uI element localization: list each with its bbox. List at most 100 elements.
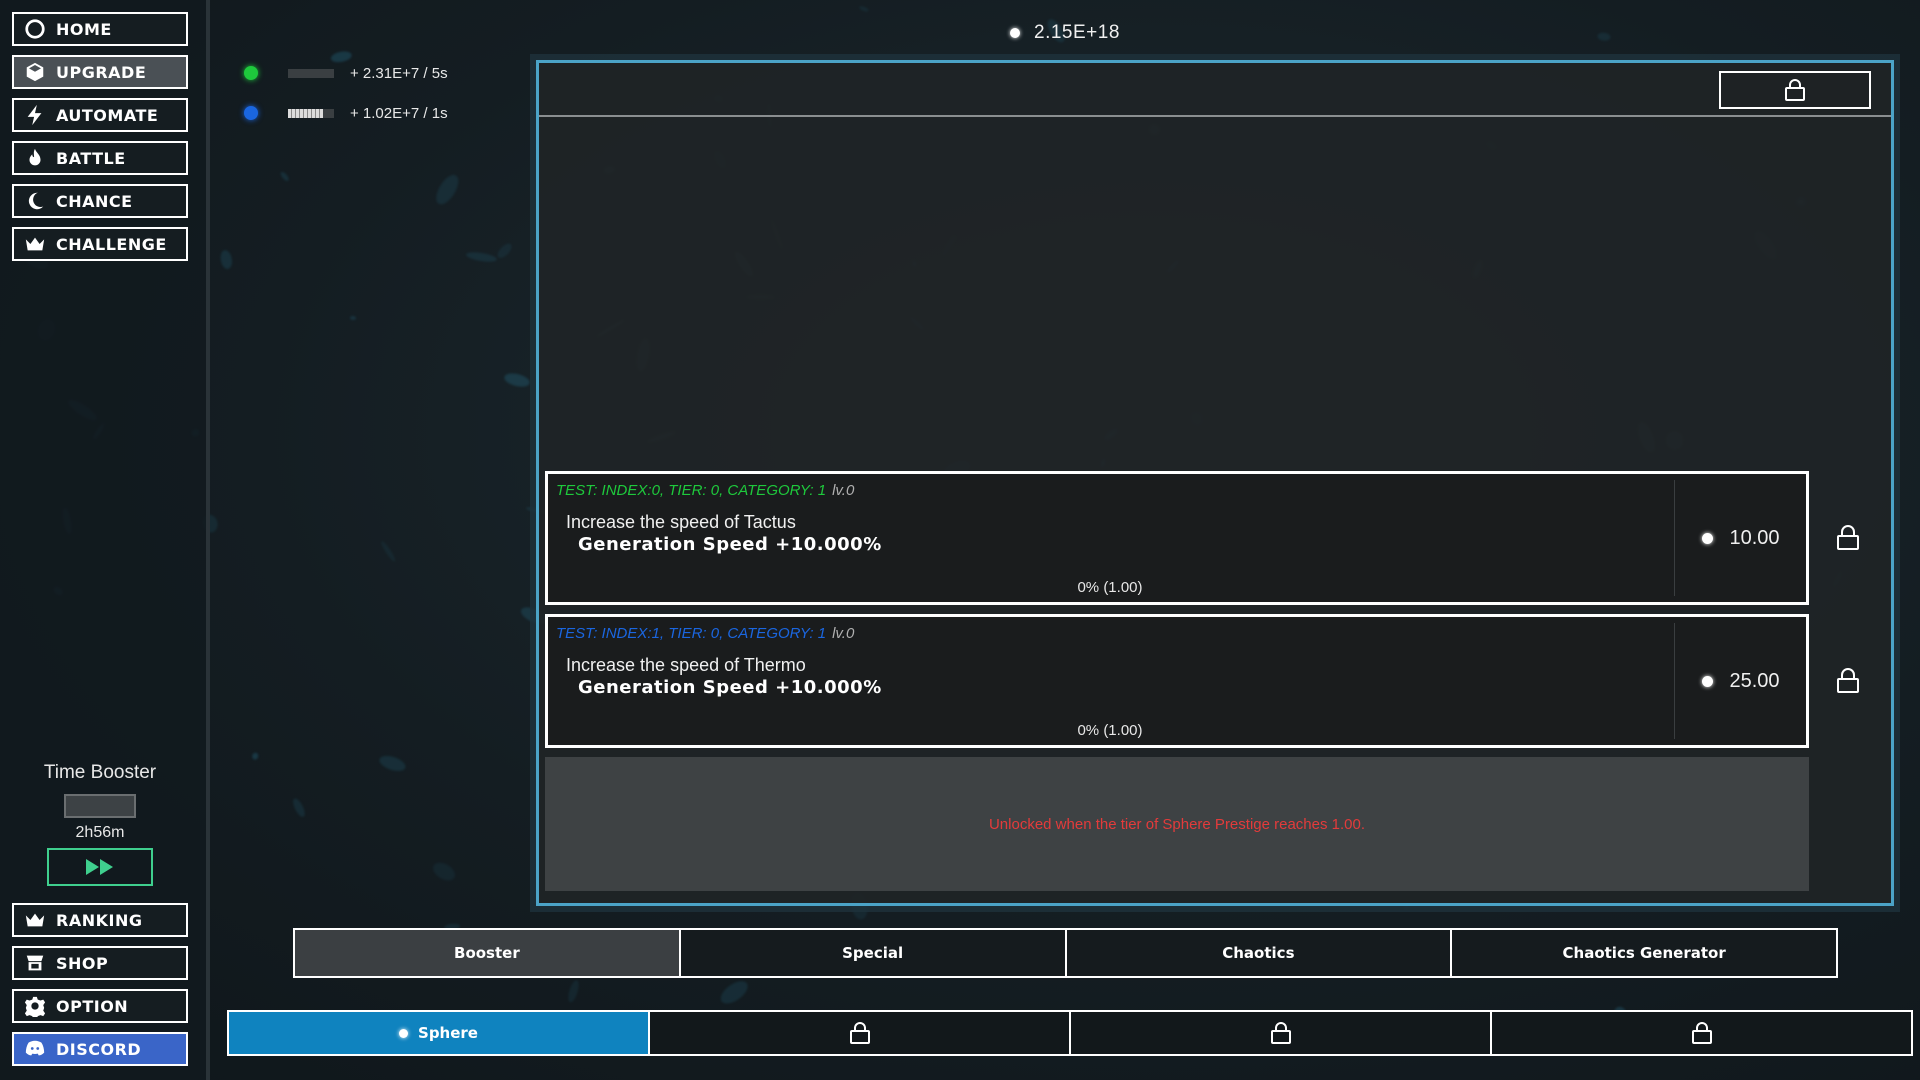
- moon-icon: [22, 189, 48, 213]
- upgrade-card[interactable]: TEST: INDEX:1, TIER: 0, CATEGORY: 1 lv.0 …: [545, 614, 1809, 748]
- upgrade-cost[interactable]: 25.00: [1676, 617, 1806, 745]
- tab-chaotics[interactable]: Chaotics: [1067, 930, 1453, 976]
- lock-icon: [1837, 668, 1859, 693]
- upgrade-effect: Generation Speed +10.000%: [578, 534, 882, 555]
- upgrade-card[interactable]: TEST: INDEX:0, TIER: 0, CATEGORY: 1 lv.0 …: [545, 471, 1809, 605]
- time-booster-title: Time Booster: [43, 762, 157, 783]
- nav-automate-button[interactable]: AUTOMATE: [12, 98, 188, 132]
- background-speck: [495, 241, 515, 261]
- tab-booster[interactable]: Booster: [295, 930, 681, 976]
- header-lock-button[interactable]: [1719, 71, 1871, 109]
- tab-special[interactable]: Special: [681, 930, 1067, 976]
- generator-dot: [244, 66, 258, 80]
- sphere-icon: [1702, 675, 1714, 687]
- circle-icon: [22, 17, 48, 41]
- lock-icon: [1691, 1022, 1712, 1044]
- nav-ranking-label: RANKING: [56, 910, 143, 930]
- background-speck: [377, 753, 408, 774]
- upgrade-test-text: TEST: INDEX:1, TIER: 0, CATEGORY: 1: [556, 625, 827, 642]
- locked-tier-message: Unlocked when the tier of Sphere Prestig…: [545, 757, 1809, 891]
- upgrade-description: Increase the speed of Thermo: [566, 655, 806, 675]
- tab-sphere-label: Sphere: [418, 1024, 478, 1042]
- upgrade-description: Increase the speed of Tactus: [566, 512, 796, 532]
- tab-chaotics-generator[interactable]: Chaotics Generator: [1452, 930, 1836, 976]
- nav-option-label: OPTION: [56, 996, 129, 1016]
- tab-locked[interactable]: [650, 1012, 1071, 1054]
- upgrade-panel: TEST: INDEX:0, TIER: 0, CATEGORY: 1 lv.0 …: [536, 60, 1894, 906]
- upgrade-progress: 0% (1.00): [1077, 579, 1143, 596]
- background-speck: [350, 315, 357, 321]
- sphere-icon: [1010, 28, 1020, 38]
- nav-home-button[interactable]: HOME: [12, 12, 188, 46]
- panel-header: [539, 63, 1891, 117]
- gear-icon: [22, 994, 48, 1018]
- generator-rate: + 1.02E+7 / 1s: [350, 104, 448, 122]
- lock-icon: [1785, 79, 1805, 101]
- sub-tabs: Booster Special Chaotics Chaotics Genera…: [293, 928, 1838, 978]
- nav-home-label: HOME: [56, 19, 112, 39]
- card-divider: [1674, 480, 1675, 596]
- lock-icon: [1270, 1022, 1291, 1044]
- crown-icon: [22, 232, 48, 256]
- background-speck: [716, 976, 752, 1008]
- generator-rate: + 2.31E+7 / 5s: [350, 64, 448, 82]
- nav-shop-button[interactable]: SHOP: [12, 946, 188, 980]
- upgrade-test-text: TEST: INDEX:0, TIER: 0, CATEGORY: 1: [556, 482, 827, 499]
- tab-sphere[interactable]: Sphere: [229, 1012, 650, 1054]
- tab-locked[interactable]: [1492, 1012, 1911, 1054]
- upgrade-level: lv.0: [832, 625, 855, 642]
- card-divider: [1674, 623, 1675, 739]
- generator-row: + 1.02E+7 / 1s: [244, 101, 448, 125]
- background-speck: [279, 170, 291, 183]
- nav-upgrade-label: UPGRADE: [56, 62, 147, 82]
- upgrade-cost[interactable]: 10.00: [1676, 474, 1806, 602]
- nav-ranking-button[interactable]: RANKING: [12, 903, 188, 937]
- nav-option-button[interactable]: OPTION: [12, 989, 188, 1023]
- cube-icon: [22, 60, 48, 84]
- time-booster-bar: [64, 794, 136, 818]
- crown-icon: [22, 908, 48, 932]
- upgrade-effect: Generation Speed +10.000%: [578, 677, 882, 698]
- upgrade-progress: 0% (1.00): [1077, 722, 1143, 739]
- background-speck: [465, 251, 498, 264]
- upgrade-level: lv.0: [832, 482, 855, 499]
- background-speck: [431, 172, 463, 209]
- background-speck: [251, 751, 259, 760]
- upgrade-lock-button[interactable]: [1833, 521, 1863, 555]
- generator-dot: [244, 106, 258, 120]
- upgrade-test-label: TEST: INDEX:0, TIER: 0, CATEGORY: 1 lv.0: [556, 482, 854, 499]
- lock-icon: [849, 1022, 870, 1044]
- discord-icon: [22, 1037, 48, 1061]
- time-booster-remaining: 2h56m: [75, 824, 125, 841]
- sphere-icon: [399, 1028, 409, 1038]
- nav-challenge-label: CHALLENGE: [56, 234, 167, 254]
- currency-display: 2.15E+18: [1010, 20, 1120, 46]
- background-speck: [502, 370, 531, 389]
- lock-icon: [1837, 525, 1859, 550]
- generator-progress-bar: [288, 68, 334, 78]
- nav-discord-button[interactable]: DISCORD: [12, 1032, 188, 1066]
- background-speck: [290, 796, 307, 819]
- background-speck: [1596, 32, 1611, 42]
- fast-forward-button[interactable]: [47, 848, 153, 886]
- nav-automate-label: AUTOMATE: [56, 105, 159, 125]
- time-booster: Time Booster 2h56m: [12, 762, 188, 886]
- upgrade-lock-button[interactable]: [1833, 664, 1863, 698]
- lightning-icon: [22, 103, 48, 127]
- tab-locked[interactable]: [1071, 1012, 1492, 1054]
- nav-discord-label: DISCORD: [56, 1039, 142, 1059]
- nav-challenge-button[interactable]: CHALLENGE: [12, 227, 188, 261]
- nav-chance-button[interactable]: CHANCE: [12, 184, 188, 218]
- background-speck: [379, 539, 398, 564]
- background-speck: [429, 858, 459, 884]
- background-speck: [565, 978, 581, 1004]
- nav-battle-label: BATTLE: [56, 148, 126, 168]
- generator-row: + 2.31E+7 / 5s: [244, 61, 448, 85]
- nav-upgrade-button[interactable]: UPGRADE: [12, 55, 188, 89]
- nav-battle-button[interactable]: BATTLE: [12, 141, 188, 175]
- bottom-tabs: Sphere: [227, 1010, 1913, 1056]
- upgrade-cost-value: 25.00: [1729, 669, 1780, 692]
- upgrade-test-label: TEST: INDEX:1, TIER: 0, CATEGORY: 1 lv.0: [556, 625, 854, 642]
- sphere-icon: [1702, 532, 1714, 544]
- nav-chance-label: CHANCE: [56, 191, 133, 211]
